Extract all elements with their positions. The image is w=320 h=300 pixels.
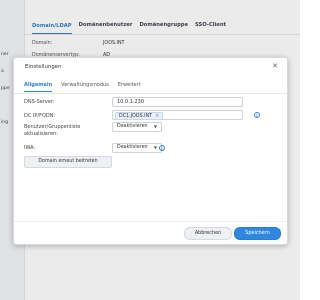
sync-list-select[interactable]: Deaktivieren ▼ xyxy=(112,122,162,132)
dc-chip: DC1.JOOS.INT × xyxy=(115,112,164,120)
cancel-button[interactable]: Abbrechen xyxy=(184,227,232,240)
settings-dialog: Einstellungen ✕ Allgemein Verwaltungsmod… xyxy=(13,57,288,245)
dialog-tabs: Allgemein Verwaltungsmodus Erweitert xyxy=(24,82,150,92)
iwa-label: IWA: xyxy=(24,145,36,151)
sync-list-label-line1: Benutzer/Gruppenliste xyxy=(24,124,81,130)
dialog-title: Einstellungen xyxy=(25,64,62,70)
chip-remove-icon[interactable]: × xyxy=(155,113,159,119)
dc-fqdn-input[interactable]: DC1.JOOS.INT × xyxy=(112,110,243,120)
tab-advanced[interactable]: Erweitert xyxy=(118,82,141,92)
tab-management-mode[interactable]: Verwaltungsmodus xyxy=(61,82,109,92)
info-icon[interactable]: i xyxy=(254,112,260,118)
sync-list-value: Deaktivieren xyxy=(117,124,148,129)
save-button[interactable]: Speichern xyxy=(234,227,281,240)
info-icon[interactable]: i xyxy=(159,145,165,151)
sync-list-label-line2: aktualisieren: xyxy=(24,130,58,137)
dc-fqdn-label: DC IP/FQDN: xyxy=(24,113,56,119)
tab-general[interactable]: Allgemein xyxy=(24,82,53,92)
dns-server-label: DNS-Server: xyxy=(24,99,55,105)
footer-divider xyxy=(14,221,287,222)
dns-server-input[interactable]: 10.0.1.230 xyxy=(112,97,243,107)
sync-list-label: Benutzer/Gruppenliste aktualisieren: xyxy=(24,124,80,137)
iwa-select[interactable]: Deaktivieren ▼ xyxy=(112,143,162,153)
rejoin-domain-button[interactable]: Domain erneut beitreten xyxy=(24,156,112,168)
iwa-value: Deaktivieren xyxy=(117,145,148,150)
chevron-down-icon: ▼ xyxy=(153,145,157,150)
dialog-tabs-divider xyxy=(14,93,287,94)
close-icon[interactable]: ✕ xyxy=(272,62,278,70)
chevron-down-icon: ▼ xyxy=(153,124,157,129)
dc-chip-label: DC1.JOOS.INT xyxy=(119,114,153,119)
